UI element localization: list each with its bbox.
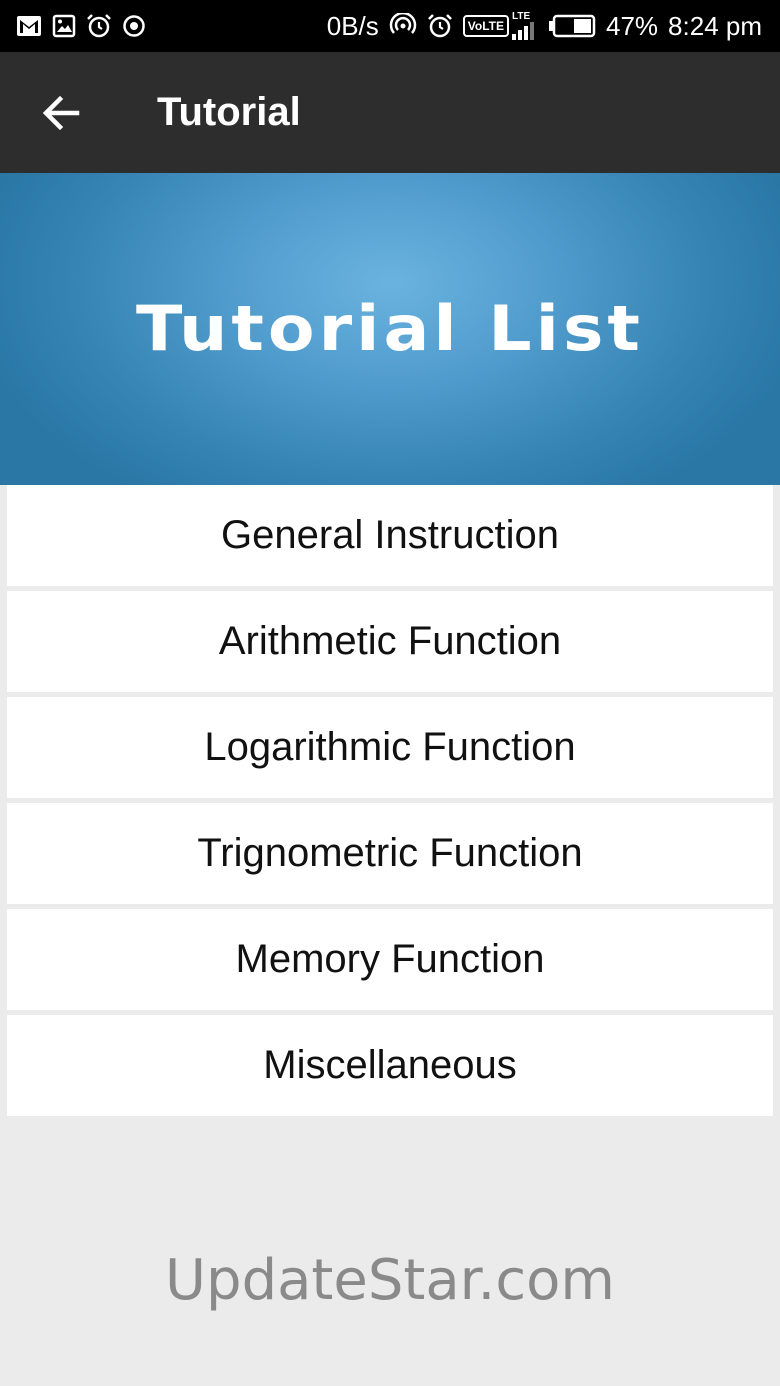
list-item-miscellaneous[interactable]: Miscellaneous [7, 1015, 773, 1116]
alarm-icon [86, 13, 112, 39]
app-toolbar: Tutorial [0, 52, 780, 173]
sync-icon [122, 14, 146, 38]
toolbar-title: Tutorial [157, 90, 301, 134]
lte-label: LTE [512, 11, 531, 22]
battery-icon [548, 14, 596, 38]
list-item-label: Logarithmic Function [204, 725, 576, 769]
back-button[interactable] [31, 83, 91, 143]
status-left-icons [16, 13, 146, 39]
status-bar: 0B/s VoLTE LTE 47% 8:24 pm [0, 0, 780, 52]
lte-signal: LTE [512, 12, 538, 40]
gallery-icon [52, 14, 76, 38]
list-item-memory-function[interactable]: Memory Function [7, 909, 773, 1010]
hotspot-icon [389, 13, 417, 39]
list-item-arithmetic-function[interactable]: Arithmetic Function [7, 591, 773, 692]
list-item-logarithmic-function[interactable]: Logarithmic Function [7, 697, 773, 798]
list-item-label: General Instruction [221, 513, 559, 557]
list-item-trignometric-function[interactable]: Trignometric Function [7, 803, 773, 904]
list-item-label: Trignometric Function [197, 831, 583, 875]
status-right-icons: 0B/s VoLTE LTE 47% 8:24 pm [327, 11, 762, 42]
clock: 8:24 pm [668, 10, 762, 41]
gmail-icon [16, 15, 42, 37]
list-item-label: Memory Function [235, 937, 545, 981]
volte-signal-icon: VoLTE LTE [462, 12, 538, 40]
volte-badge: VoLTE [462, 15, 509, 37]
battery-percent: 47% [606, 10, 659, 41]
screen: 0B/s VoLTE LTE 47% 8:24 pm Tutorial Tuto… [0, 0, 780, 1386]
list-item-label: Miscellaneous [263, 1043, 517, 1087]
list-item-general-instruction[interactable]: General Instruction [7, 485, 773, 586]
banner-title: Tutorial List [136, 292, 644, 366]
tutorial-list: General Instruction Arithmetic Function … [7, 485, 773, 1121]
network-speed: 0B/s [326, 10, 379, 41]
alarm-icon [427, 13, 453, 39]
watermark: UpdateStar.com [165, 1248, 615, 1313]
tutorial-banner: Tutorial List [0, 173, 780, 485]
arrow-left-icon [42, 95, 80, 130]
signal-bars-icon [512, 22, 534, 40]
list-item-label: Arithmetic Function [218, 619, 562, 663]
